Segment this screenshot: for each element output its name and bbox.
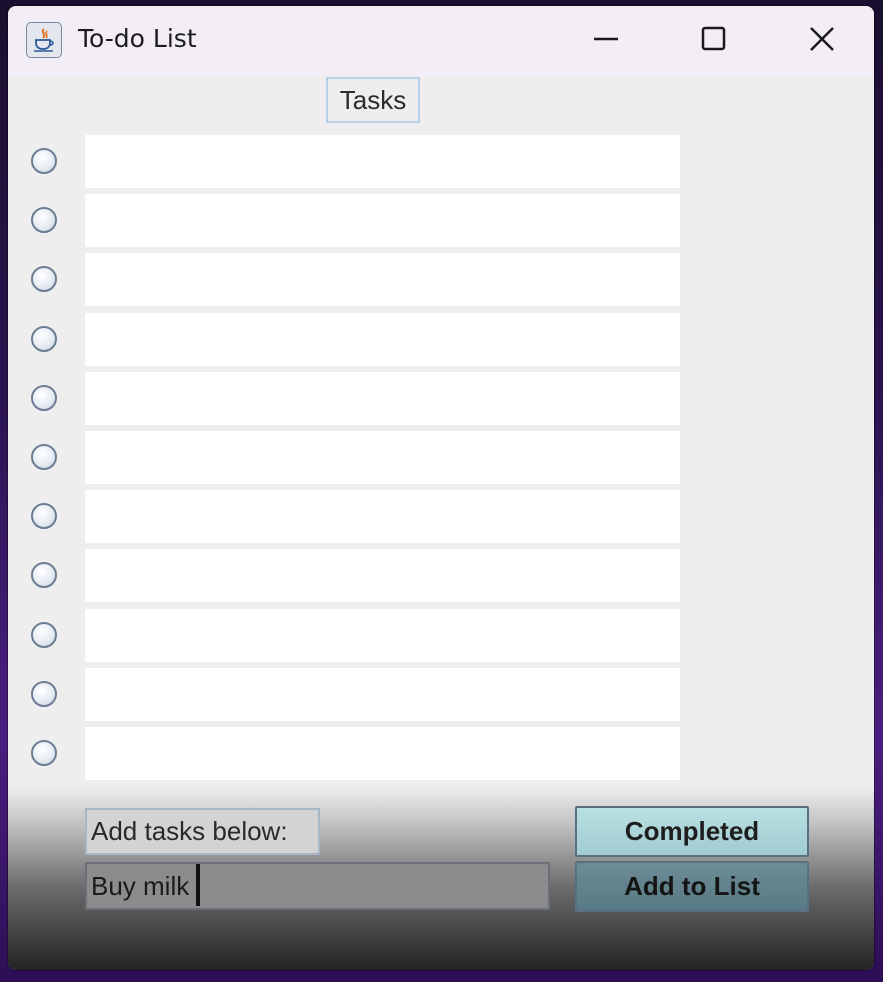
title-bar[interactable]: To-do List — [8, 6, 874, 76]
task-row — [8, 194, 708, 248]
task-text-field[interactable] — [85, 727, 680, 780]
maximize-icon — [701, 26, 726, 51]
task-text-field[interactable] — [85, 549, 680, 603]
task-row — [8, 312, 708, 366]
task-radio-button[interactable] — [31, 740, 57, 766]
task-text-field[interactable] — [85, 194, 680, 248]
task-text-field[interactable] — [85, 253, 680, 307]
task-radio-button[interactable] — [31, 562, 57, 589]
task-row — [8, 490, 708, 544]
add-to-list-button[interactable]: Add to List — [575, 861, 809, 912]
task-row — [8, 135, 708, 188]
task-text-field[interactable] — [85, 667, 680, 721]
task-text-field[interactable] — [85, 312, 680, 366]
task-radio-button[interactable] — [31, 503, 57, 530]
task-radio-button[interactable] — [31, 266, 57, 293]
task-row — [8, 608, 708, 662]
task-text-field[interactable] — [85, 431, 680, 484]
tasks-header: Tasks — [326, 77, 420, 123]
task-radio-button[interactable] — [31, 444, 57, 470]
task-row — [8, 667, 708, 721]
task-radio-button[interactable] — [31, 325, 57, 352]
maximize-button[interactable] — [684, 16, 744, 62]
task-radio-button[interactable] — [31, 621, 57, 648]
task-text-field[interactable] — [85, 135, 680, 188]
task-text-field[interactable] — [85, 490, 680, 544]
task-radio-button[interactable] — [31, 207, 57, 234]
close-icon — [810, 27, 834, 51]
task-row — [8, 431, 708, 484]
close-button[interactable] — [792, 16, 852, 62]
task-radio-button[interactable] — [31, 148, 57, 174]
java-cup-icon — [26, 22, 62, 58]
todo-window: To-do List Tasks Add tasks below: Comple… — [8, 6, 874, 970]
task-text-field[interactable] — [85, 371, 680, 425]
minimize-button[interactable] — [576, 16, 636, 62]
task-row — [8, 549, 708, 603]
task-radio-button[interactable] — [31, 680, 57, 707]
minimize-icon — [594, 37, 618, 41]
completed-button[interactable]: Completed — [575, 806, 809, 857]
task-row — [8, 727, 708, 780]
window-title: To-do List — [78, 24, 197, 53]
new-task-input[interactable] — [85, 862, 550, 910]
task-text-field[interactable] — [85, 608, 680, 662]
task-radio-button[interactable] — [31, 384, 57, 411]
task-row — [8, 371, 708, 425]
task-row — [8, 253, 708, 307]
add-tasks-label: Add tasks below: — [85, 808, 320, 855]
